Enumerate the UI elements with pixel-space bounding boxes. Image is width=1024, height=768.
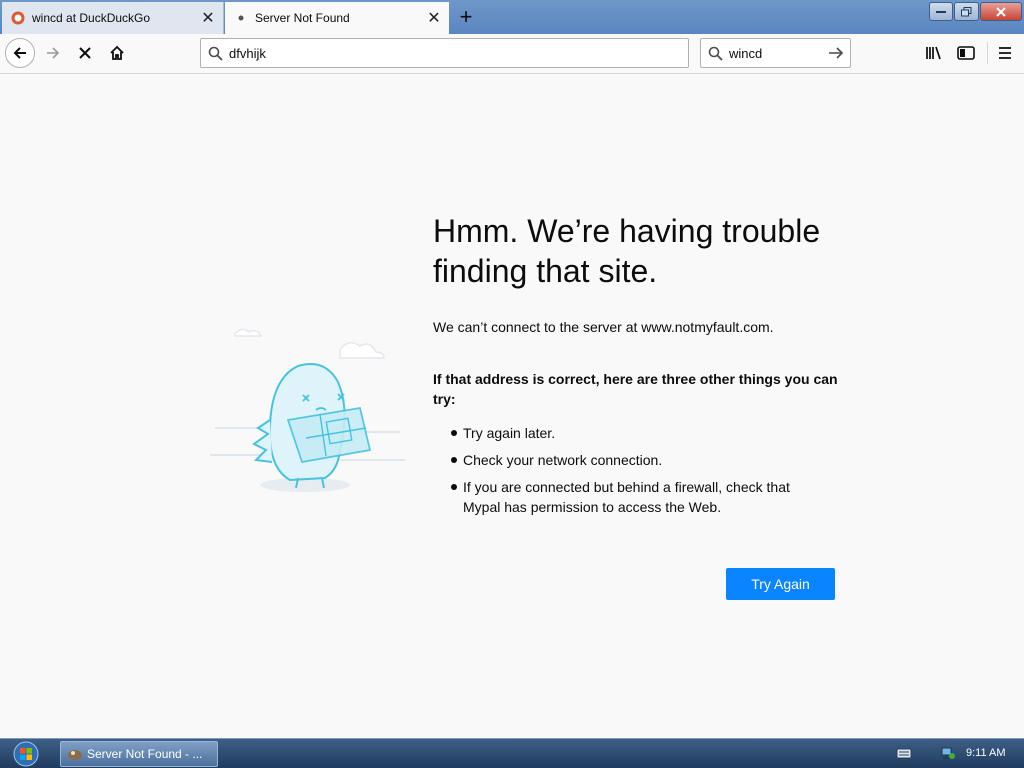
- search-bar[interactable]: wincd: [700, 38, 851, 68]
- sidebar-icon: [957, 46, 975, 60]
- new-tab-button[interactable]: +: [452, 4, 480, 30]
- home-button[interactable]: [102, 38, 132, 68]
- suggestions-list: Try again later. Check your network conn…: [449, 423, 829, 524]
- stop-button[interactable]: [70, 38, 100, 68]
- stop-icon: [79, 47, 91, 59]
- home-icon: [110, 45, 124, 60]
- system-clock: 9:11 AM: [966, 747, 1006, 759]
- loading-dot-icon: [233, 10, 249, 26]
- forward-arrow-icon: [47, 47, 60, 59]
- close-icon[interactable]: ✕: [425, 9, 443, 27]
- minimize-button[interactable]: [929, 2, 953, 21]
- search-icon: [701, 46, 729, 61]
- taskbar: Server Not Found - ... 9:11 AM: [0, 738, 1024, 768]
- error-page: Hmm. We’re having trouble finding that s…: [0, 75, 1024, 738]
- tab-title: Server Not Found: [255, 11, 350, 25]
- browser-app-icon: [68, 750, 82, 760]
- list-item: Try again later.: [449, 423, 829, 443]
- library-button[interactable]: [919, 38, 949, 68]
- tab-strip: wincd at DuckDuckGo ✕ Server Not Found ✕…: [0, 0, 1024, 34]
- search-icon: [201, 46, 229, 61]
- network-icon[interactable]: [940, 746, 956, 760]
- dino-illustration: [210, 328, 405, 492]
- taskbar-item-label: Server Not Found - ...: [87, 747, 203, 761]
- url-bar[interactable]: dfvhijk: [200, 38, 689, 68]
- toolbar-divider: [987, 42, 988, 64]
- suggestions-heading: If that address is correct, here are thr…: [433, 371, 838, 407]
- window-close-button[interactable]: [980, 2, 1022, 21]
- hamburger-menu-icon: [999, 47, 1011, 59]
- error-description: We can’t connect to the server at www.no…: [433, 319, 774, 335]
- nav-toolbar: dfvhijk wincd: [0, 34, 1024, 74]
- tab-server-not-found[interactable]: Server Not Found ✕: [225, 2, 449, 34]
- error-title: Hmm. We’re having trouble finding that s…: [433, 213, 821, 289]
- forward-button[interactable]: [38, 38, 68, 68]
- list-item: If you are connected but behind a firewa…: [449, 477, 829, 517]
- tab-duckduckgo[interactable]: wincd at DuckDuckGo ✕: [2, 2, 224, 34]
- restore-button[interactable]: [954, 2, 979, 21]
- tab-title: wincd at DuckDuckGo: [32, 11, 151, 25]
- search-text[interactable]: wincd: [729, 46, 822, 61]
- list-item: Check your network connection.: [449, 450, 829, 470]
- menu-button[interactable]: [990, 38, 1020, 68]
- library-icon: [926, 46, 941, 60]
- start-button[interactable]: [6, 740, 46, 768]
- url-text[interactable]: dfvhijk: [229, 46, 266, 61]
- keyboard-icon[interactable]: [896, 746, 912, 760]
- close-icon[interactable]: ✕: [199, 9, 217, 27]
- taskbar-item-browser[interactable]: Server Not Found - ...: [60, 741, 218, 767]
- sidebar-button[interactable]: [951, 38, 981, 68]
- duckduckgo-favicon-icon: [10, 10, 26, 26]
- windows-logo-icon: [13, 741, 39, 767]
- back-button[interactable]: [5, 38, 35, 68]
- search-go-arrow-icon[interactable]: [822, 46, 850, 60]
- back-arrow-icon: [13, 47, 26, 59]
- try-again-button[interactable]: Try Again: [726, 568, 835, 600]
